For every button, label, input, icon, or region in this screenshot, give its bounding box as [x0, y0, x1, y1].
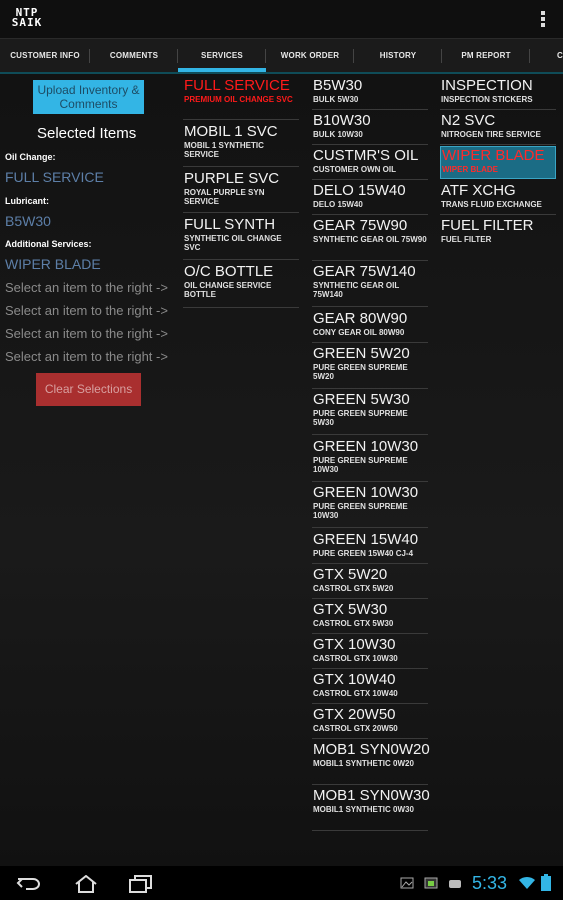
- app-logo: NTP SAIK: [11, 6, 43, 29]
- additional-item[interactable]: N2 SVC NITROGEN TIRE SERVICE: [440, 112, 556, 145]
- lubricant-item[interactable]: GTX 10W30 CASTROL GTX 10W30: [312, 636, 428, 669]
- upload-inventory-button[interactable]: Upload Inventory & Comments: [33, 80, 144, 114]
- wifi-icon: [519, 876, 535, 889]
- service-item[interactable]: PURPLE SVC ROYAL PURPLE SYN SERVICE: [183, 170, 299, 213]
- services-content: Upload Inventory & Comments Selected Ite…: [0, 74, 563, 866]
- clear-selections-button[interactable]: Clear Selections: [36, 373, 141, 406]
- empty-slot-2: Select an item to the right ->: [5, 303, 168, 318]
- lubricant-item[interactable]: GREEN 10W30 PURE GREEN SUPREME 10W30: [312, 484, 428, 528]
- lubricant-item[interactable]: GTX 20W50 CASTROL GTX 20W50: [312, 706, 428, 739]
- gallery-icon: [400, 877, 414, 889]
- tab-services[interactable]: SERVICES: [178, 39, 266, 72]
- additional-item-selected[interactable]: WIPER BLADE WIPER BLADE: [440, 146, 556, 179]
- service-item[interactable]: MOBIL 1 SVC MOBIL 1 SYNTHETIC SERVICE: [183, 123, 299, 167]
- system-bar: 5:33: [0, 866, 563, 900]
- selected-items-title: Selected Items: [37, 125, 137, 142]
- lubricant-item[interactable]: GREEN 5W30 PURE GREEN SUPREME 5W30: [312, 391, 428, 435]
- action-bar: NTP SAIK: [0, 0, 563, 39]
- lubricant-item[interactable]: MOB1 SYN0W20 MOBIL1 SYNTHETIC 0W20: [312, 741, 430, 785]
- additional-item[interactable]: ATF XCHG TRANS FLUID EXCHANGE: [440, 182, 556, 215]
- service-item[interactable]: O/C BOTTLE OIL CHANGE SERVICE BOTTLE: [183, 263, 299, 308]
- tab-more[interactable]: C: [530, 39, 563, 72]
- lubricant-item[interactable]: GTX 5W30 CASTROL GTX 5W30: [312, 601, 428, 634]
- additional-services-value: WIPER BLADE: [5, 256, 101, 272]
- home-icon[interactable]: [74, 875, 98, 893]
- tab-comments[interactable]: COMMENTS: [90, 39, 178, 72]
- service-item[interactable]: FULL SERVICE PREMIUM OIL CHANGE SVC: [183, 77, 299, 120]
- tab-work-order[interactable]: WORK ORDER: [266, 39, 354, 72]
- battery-icon: [541, 874, 551, 891]
- lubricant-item[interactable]: CUSTMR'S OIL CUSTOMER OWN OIL: [312, 147, 428, 180]
- lubricant-item[interactable]: GTX 5W20 CASTROL GTX 5W20: [312, 566, 428, 599]
- lubricant-item[interactable]: GEAR 80W90 CONY GEAR OIL 80W90: [312, 310, 428, 343]
- recent-apps-icon[interactable]: [128, 875, 154, 893]
- lubricant-item[interactable]: GREEN 10W30 PURE GREEN SUPREME 10W30: [312, 438, 428, 482]
- lubricant-value: B5W30: [5, 213, 51, 229]
- lubricant-label: Lubricant:: [5, 196, 49, 206]
- oil-change-label: Oil Change:: [5, 152, 56, 162]
- tab-history[interactable]: HISTORY: [354, 39, 442, 72]
- lubricant-item[interactable]: GREEN 5W20 PURE GREEN SUPREME 5W20: [312, 345, 428, 389]
- calendar-icon: [424, 877, 438, 889]
- additional-services-label: Additional Services:: [5, 239, 92, 249]
- empty-slot-1: Select an item to the right ->: [5, 280, 168, 295]
- tab-bar: CUSTOMER INFO COMMENTS SERVICES WORK ORD…: [0, 39, 563, 74]
- lubricant-item[interactable]: GEAR 75W90 SYNTHETIC GEAR OIL 75W90: [312, 217, 428, 261]
- service-item[interactable]: FULL SYNTH SYNTHETIC OIL CHANGE SVC: [183, 216, 299, 260]
- android-icon: [449, 880, 461, 888]
- tab-customer-info[interactable]: CUSTOMER INFO: [0, 39, 90, 72]
- overflow-menu-icon[interactable]: [541, 11, 545, 27]
- lubricant-item[interactable]: DELO 15W40 DELO 15W40: [312, 182, 428, 215]
- status-clock: 5:33: [472, 873, 508, 893]
- tab-pm-report[interactable]: PM REPORT: [442, 39, 530, 72]
- lubricant-item[interactable]: B5W30 BULK 5W30: [312, 77, 428, 110]
- lubricant-item[interactable]: B10W30 BULK 10W30: [312, 112, 428, 145]
- oil-change-value: FULL SERVICE: [5, 169, 104, 185]
- empty-slot-3: Select an item to the right ->: [5, 326, 168, 341]
- lubricant-item[interactable]: MOB1 SYN0W30 MOBIL1 SYNTHETIC 0W30: [312, 787, 430, 831]
- lubricant-item[interactable]: GTX 10W40 CASTROL GTX 10W40: [312, 671, 428, 704]
- additional-item[interactable]: INSPECTION INSPECTION STICKERS: [440, 77, 556, 110]
- additional-item[interactable]: FUEL FILTER FUEL FILTER: [440, 217, 556, 250]
- back-icon[interactable]: [16, 875, 42, 893]
- lubricant-item[interactable]: GEAR 75W140 SYNTHETIC GEAR OIL 75W140: [312, 263, 428, 307]
- lubricant-item[interactable]: GREEN 15W40 PURE GREEN 15W40 CJ-4: [312, 531, 428, 564]
- empty-slot-4: Select an item to the right ->: [5, 349, 168, 364]
